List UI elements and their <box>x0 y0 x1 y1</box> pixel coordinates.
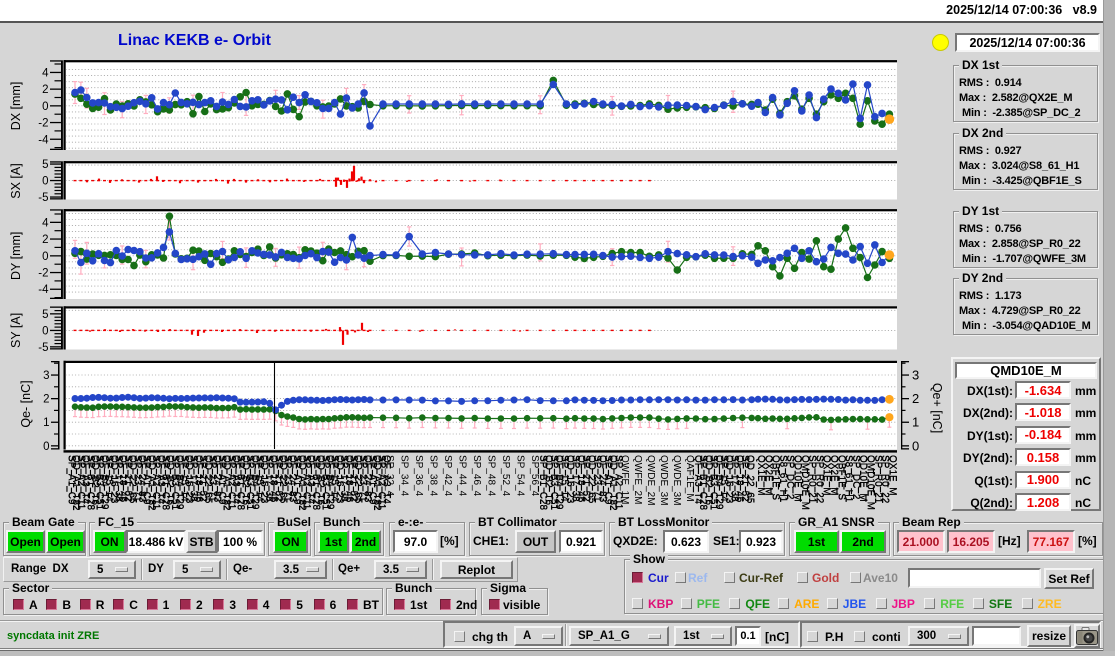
svg-text:QWFE_1M: QWFE_1M <box>619 455 630 504</box>
svg-text:3: 3 <box>43 370 49 382</box>
svg-text:-2: -2 <box>38 118 48 130</box>
svg-text:SP_34_4: SP_34_4 <box>399 455 410 497</box>
svg-text:4: 4 <box>42 217 49 229</box>
svg-text:SX [A]: SX [A] <box>9 163 23 198</box>
svg-text:-4: -4 <box>38 134 49 146</box>
svg-text:QD_22_65: QD_22_65 <box>745 455 756 504</box>
svg-text:0: 0 <box>42 325 48 337</box>
svg-text:-2: -2 <box>38 268 48 280</box>
svg-text:SP_36_4: SP_36_4 <box>413 455 424 497</box>
svg-text:SP_44_4: SP_44_4 <box>457 455 468 497</box>
svg-text:1: 1 <box>912 415 919 430</box>
svg-text:0: 0 <box>43 441 49 453</box>
svg-text:SP_48_4: SP_48_4 <box>486 455 497 497</box>
svg-text:-4: -4 <box>38 284 49 296</box>
svg-text:SP_32_4: SP_32_4 <box>384 455 395 497</box>
svg-text:QX1E_M: QX1E_M <box>887 455 898 496</box>
svg-text:1: 1 <box>43 417 49 429</box>
svg-text:QWFE_2M: QWFE_2M <box>632 455 643 504</box>
svg-text:3: 3 <box>912 368 919 383</box>
svg-text:SP_42_4: SP_42_4 <box>442 455 453 497</box>
svg-text:-5: -5 <box>38 342 48 354</box>
svg-text:0: 0 <box>42 176 48 188</box>
svg-text:-5: -5 <box>38 192 48 204</box>
svg-text:2: 2 <box>912 391 919 406</box>
svg-text:2: 2 <box>43 394 49 406</box>
svg-text:0: 0 <box>42 251 48 263</box>
svg-text:0: 0 <box>42 101 48 113</box>
svg-text:4: 4 <box>42 67 49 79</box>
svg-text:SP_54_4: SP_54_4 <box>515 455 526 497</box>
svg-text:SY [A]: SY [A] <box>9 313 23 348</box>
svg-text:QWDE_3M: QWDE_3M <box>671 455 682 506</box>
svg-text:SP_52_4: SP_52_4 <box>500 455 511 497</box>
svg-text:SP_46_4: SP_46_4 <box>471 455 482 497</box>
svg-text:QWDE_2M: QWDE_2M <box>645 455 656 506</box>
svg-text:2: 2 <box>42 234 48 246</box>
svg-text:5: 5 <box>42 159 48 171</box>
svg-text:5: 5 <box>42 309 48 321</box>
svg-text:2: 2 <box>42 84 48 96</box>
svg-text:SP_38_4: SP_38_4 <box>428 455 439 497</box>
svg-text:QWDE_3M: QWDE_3M <box>658 455 669 506</box>
svg-text:Qe+ [nC]: Qe+ [nC] <box>930 383 944 433</box>
svg-text:DY [mm]: DY [mm] <box>9 232 23 280</box>
svg-text:DX [mm]: DX [mm] <box>9 82 23 131</box>
svg-text:Qe- [nC]: Qe- [nC] <box>19 380 33 427</box>
svg-text:0: 0 <box>912 438 919 453</box>
